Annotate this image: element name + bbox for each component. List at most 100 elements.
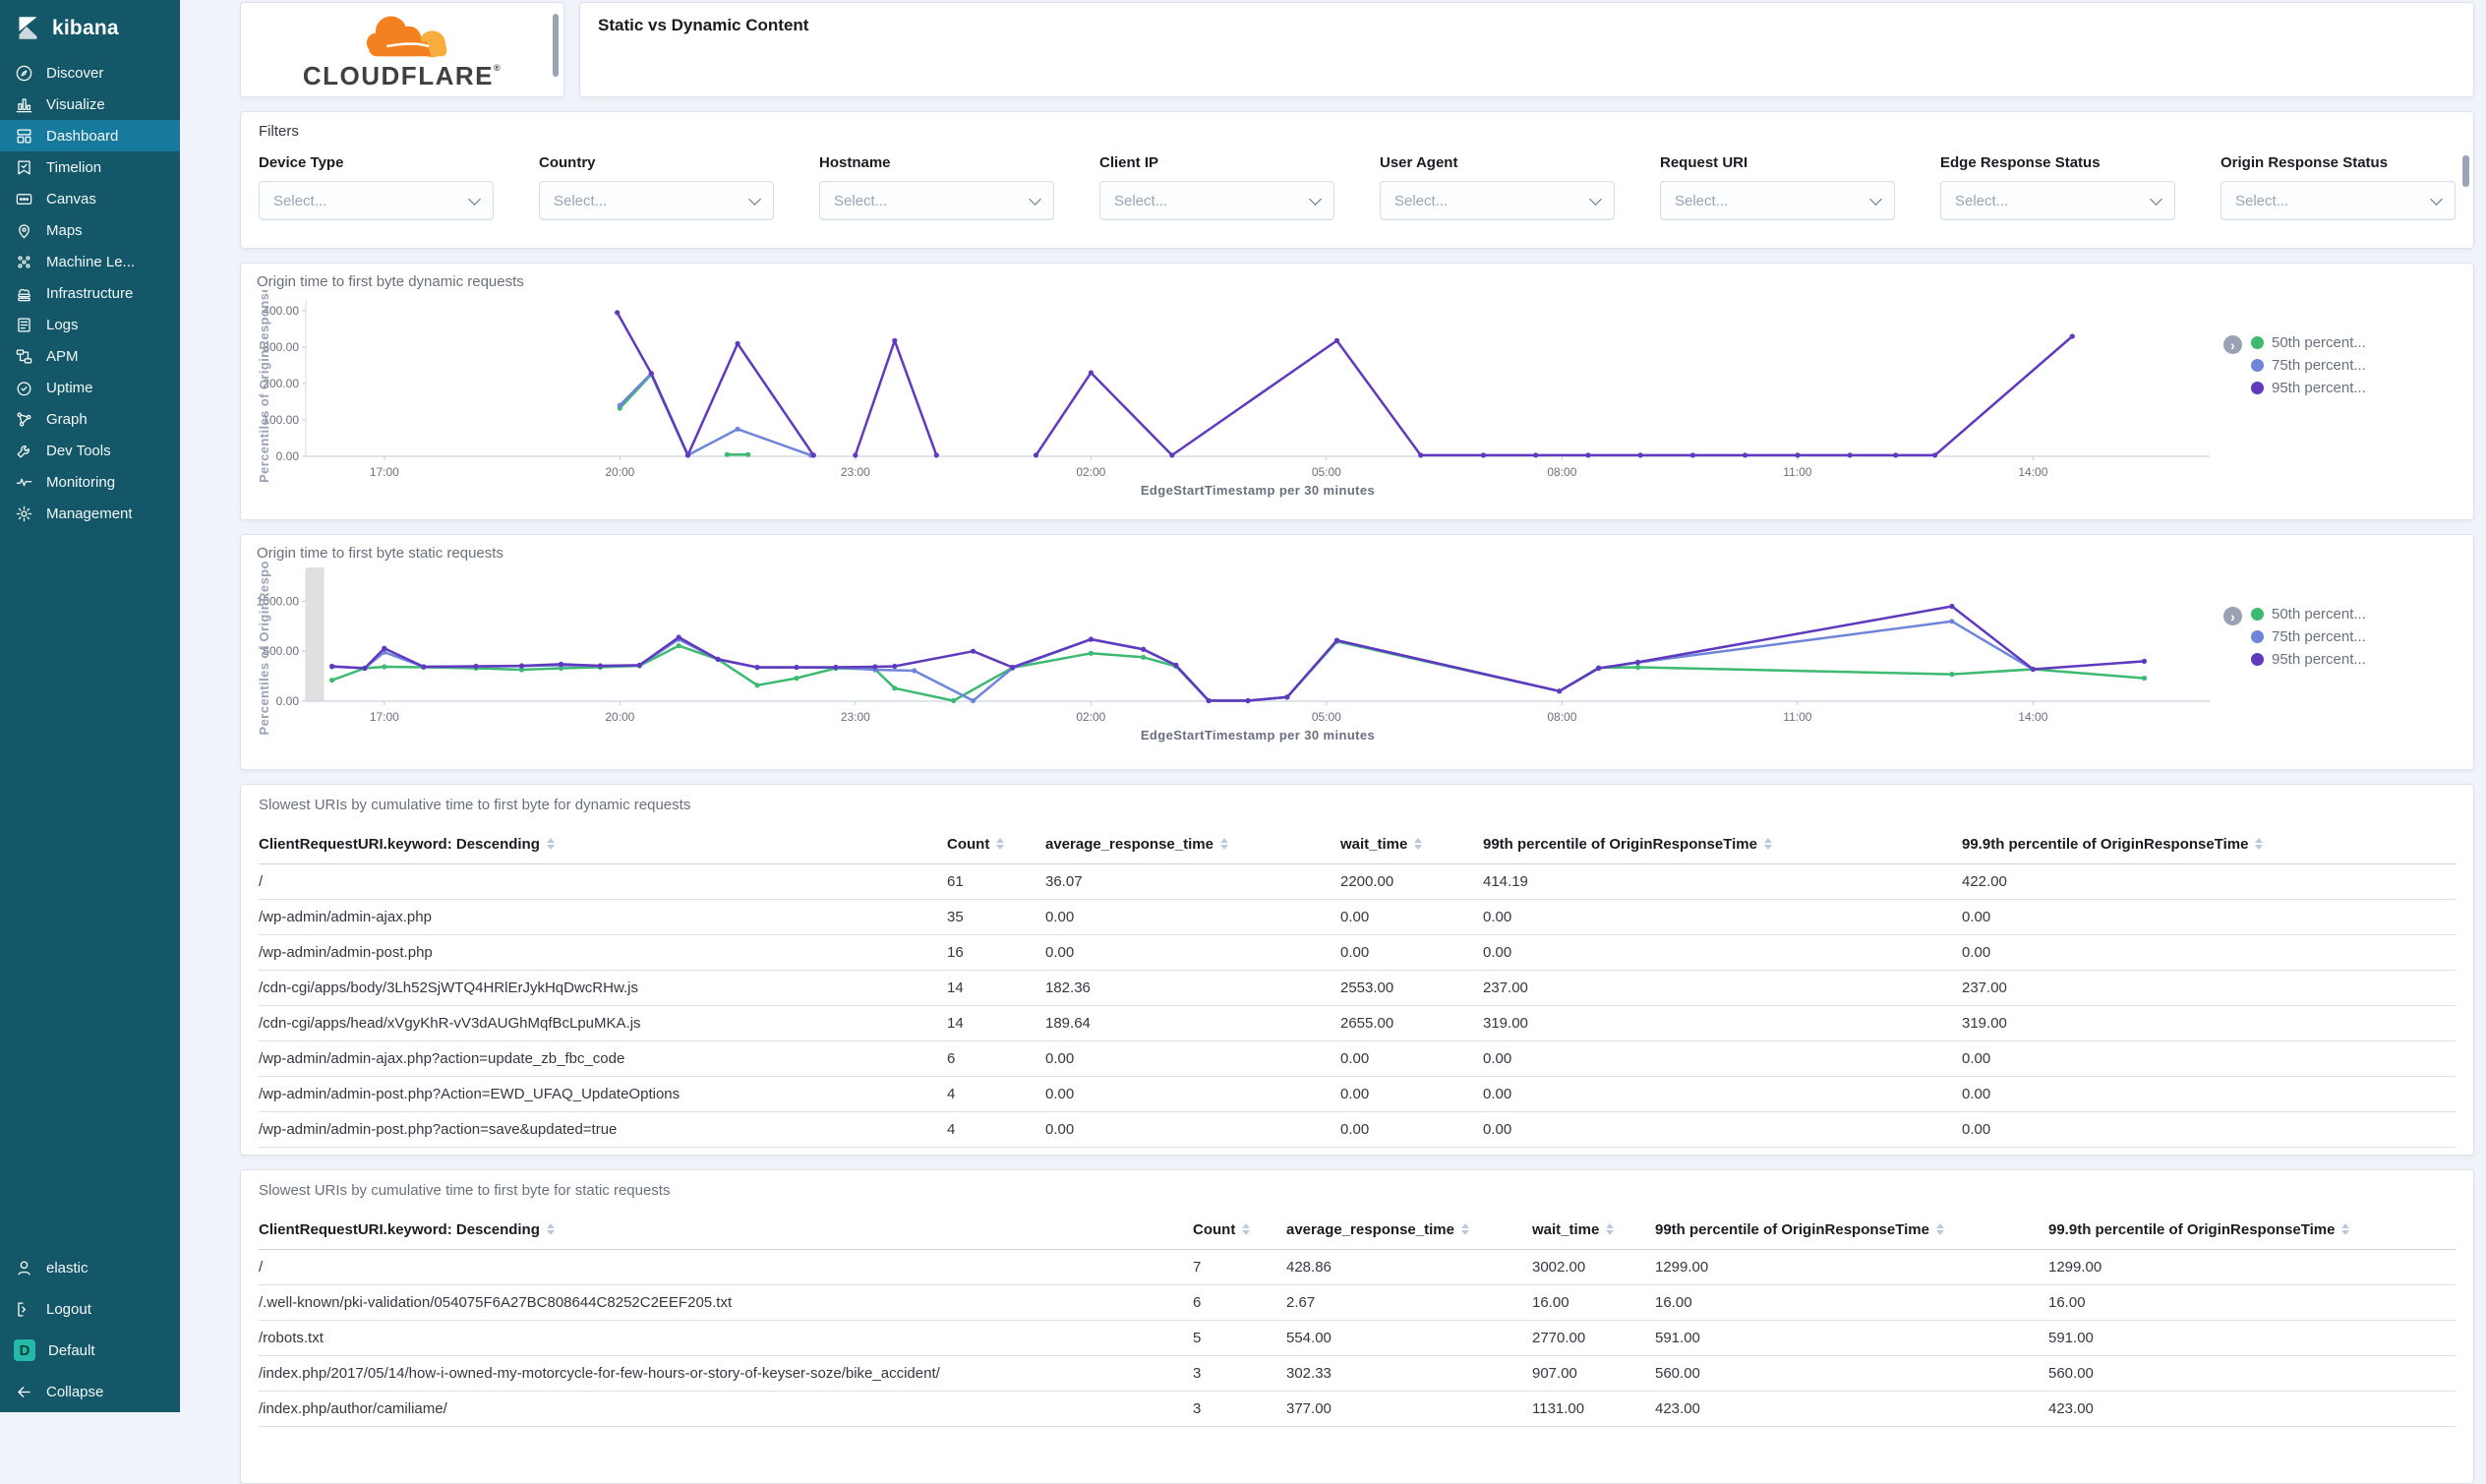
x-axis-title: EdgeStartTimestamp per 30 minutes	[1141, 483, 1375, 498]
data-point	[677, 643, 681, 648]
sidebar-item-graph[interactable]: Graph	[0, 403, 180, 435]
country-select[interactable]: Select...	[539, 181, 774, 220]
kibana-logo[interactable]: kibana	[0, 0, 180, 57]
sidebar-item-management[interactable]: Management	[0, 498, 180, 529]
column-header[interactable]: average_response_time	[1286, 1211, 1532, 1250]
user-agent-select[interactable]: Select...	[1380, 181, 1615, 220]
sidebar-item-maps[interactable]: Maps	[0, 214, 180, 246]
sidebar-item-collapse[interactable]: Collapse	[0, 1371, 180, 1412]
table-cell: /cdn-cgi/apps/body/3Lh52SjWTQ4HRlErJykHq…	[259, 971, 947, 1006]
sidebar-item-dev-tools[interactable]: Dev Tools	[0, 435, 180, 466]
table-cell: 0.00	[1340, 900, 1483, 935]
table-cell: 4	[947, 1077, 1045, 1112]
dynamic-requests-chart-panel: Origin time to first byte dynamic reques…	[240, 263, 2474, 520]
table-cell: 189.64	[1045, 1006, 1340, 1041]
table-cell: 0.00	[1962, 1077, 2456, 1112]
data-point	[1141, 655, 1146, 660]
static-uris-table-panel: Slowest URIs by cumulative time to first…	[240, 1169, 2474, 1484]
table-cell: /wp-admin/admin-post.php?action=save&upd…	[259, 1112, 947, 1148]
sort-icon	[996, 838, 1004, 850]
sidebar-item-space-default[interactable]: D Default	[0, 1330, 180, 1371]
sidebar-item-logs[interactable]: Logs	[0, 309, 180, 340]
device-type-select[interactable]: Select...	[259, 181, 494, 220]
table-row: /wp-admin/admin-ajax.php?action=update_z…	[259, 1041, 2456, 1077]
table-cell: 7	[1193, 1250, 1286, 1285]
legend-dot-icon	[2251, 336, 2264, 349]
dashboard-content: CLOUDFLARE® Static vs Dynamic Content Fi…	[180, 0, 2486, 1484]
column-header[interactable]: average_response_time	[1045, 825, 1340, 864]
edge-response-status-select[interactable]: Select...	[1940, 181, 2175, 220]
column-header[interactable]: ClientRequestURI.keyword: Descending	[259, 825, 947, 864]
table-cell: 0.00	[1340, 935, 1483, 971]
table-row: /cdn-cgi/apps/head/xVgyKhR-vV3dAUGhMqfBc…	[259, 1006, 2456, 1041]
table-cell: 377.00	[1286, 1392, 1532, 1427]
sidebar-item-canvas[interactable]: Canvas	[0, 183, 180, 214]
table-cell: 428.86	[1286, 1250, 1532, 1285]
column-header[interactable]: 99.9th percentile of OriginResponseTime	[2048, 1211, 2456, 1250]
data-point	[1245, 698, 1250, 703]
time-band	[306, 567, 325, 701]
series-line-75th-percentile	[620, 374, 810, 455]
table-cell: 591.00	[1655, 1321, 2048, 1356]
request-uri-select[interactable]: Select...	[1660, 181, 1895, 220]
legend-toggle-icon[interactable]	[2223, 607, 2242, 625]
sidebar-item-infrastructure[interactable]: Infrastructure	[0, 277, 180, 309]
column-header[interactable]: Count	[947, 825, 1045, 864]
column-header[interactable]: ClientRequestURI.keyword: Descending	[259, 1211, 1193, 1250]
column-header[interactable]: wait_time	[1532, 1211, 1655, 1250]
sidebar-item-uptime[interactable]: Uptime	[0, 372, 180, 403]
sidebar-item-dashboard[interactable]: Dashboard	[0, 120, 180, 151]
table-cell: /cdn-cgi/apps/head/xVgyKhR-vV3dAUGhMqfBc…	[259, 1006, 947, 1041]
scrollbar-thumb[interactable]	[2462, 155, 2469, 187]
table-cell: 0.00	[1962, 1148, 2456, 1157]
column-header[interactable]: 99.9th percentile of OriginResponseTime	[1962, 825, 2456, 864]
legend-item-50th[interactable]: 50th percent...	[2251, 606, 2366, 623]
filter-client-ip: Client IP Select...	[1099, 154, 1334, 220]
sidebar-item-timelion[interactable]: Timelion	[0, 151, 180, 183]
data-point	[755, 665, 760, 670]
origin-response-status-select[interactable]: Select...	[2220, 181, 2456, 220]
data-point	[833, 665, 838, 670]
table-cell: 2.67	[1286, 1285, 1532, 1321]
data-point	[329, 678, 334, 683]
data-point	[1635, 665, 1640, 670]
y-tick-label: 0.00	[276, 694, 300, 708]
data-point	[1949, 619, 1954, 623]
legend-item-75th[interactable]: 75th percent...	[2251, 357, 2366, 374]
x-axis-title: EdgeStartTimestamp per 30 minutes	[1141, 728, 1375, 742]
table-title: Slowest URIs by cumulative time to first…	[259, 1182, 2456, 1199]
data-point	[649, 371, 654, 376]
legend-item-50th[interactable]: 50th percent...	[2251, 334, 2366, 351]
column-header[interactable]: 99th percentile of OriginResponseTime	[1655, 1211, 2048, 1250]
data-point	[912, 668, 917, 673]
chevron-down-icon	[748, 193, 761, 206]
legend-item-95th[interactable]: 95th percent...	[2251, 380, 2366, 396]
table-cell: 0.00	[1045, 1077, 1340, 1112]
scrollbar-thumb[interactable]	[553, 14, 559, 77]
table-cell: 0.00	[1962, 900, 2456, 935]
table-row: /index.php/author/camiliame/3377.001131.…	[259, 1392, 2456, 1427]
hostname-select[interactable]: Select...	[819, 181, 1054, 220]
client-ip-select[interactable]: Select...	[1099, 181, 1334, 220]
sidebar-item-visualize[interactable]: Visualize	[0, 89, 180, 120]
column-header[interactable]: 99th percentile of OriginResponseTime	[1483, 825, 1962, 864]
table-cell: 2770.00	[1532, 1321, 1655, 1356]
x-tick-label: 08:00	[1547, 465, 1576, 479]
sidebar-item-monitoring[interactable]: Monitoring	[0, 466, 180, 498]
sidebar-item-machine-learning[interactable]: Machine Le...	[0, 246, 180, 277]
sidebar-item-user-elastic[interactable]: elastic	[0, 1247, 180, 1288]
column-header[interactable]: Count	[1193, 1211, 1286, 1250]
table-cell: /.well-known/pki-validation/054075F6A27B…	[259, 1285, 1193, 1321]
chart-title: Origin time to first byte static request…	[257, 545, 2457, 562]
sidebar-item-apm[interactable]: APM	[0, 340, 180, 372]
data-point	[1743, 452, 1747, 457]
x-tick-label: 11:00	[1783, 710, 1811, 724]
column-header[interactable]: wait_time	[1340, 825, 1483, 864]
legend-toggle-icon[interactable]	[2223, 335, 2242, 354]
sidebar-item-discover[interactable]: Discover	[0, 57, 180, 89]
legend-item-95th[interactable]: 95th percent...	[2251, 651, 2366, 668]
sidebar-item-logout[interactable]: Logout	[0, 1288, 180, 1330]
sidebar-nav: Discover Visualize Dashboard Timelion Ca…	[0, 57, 180, 529]
data-point	[1089, 651, 1094, 656]
legend-item-75th[interactable]: 75th percent...	[2251, 628, 2366, 645]
